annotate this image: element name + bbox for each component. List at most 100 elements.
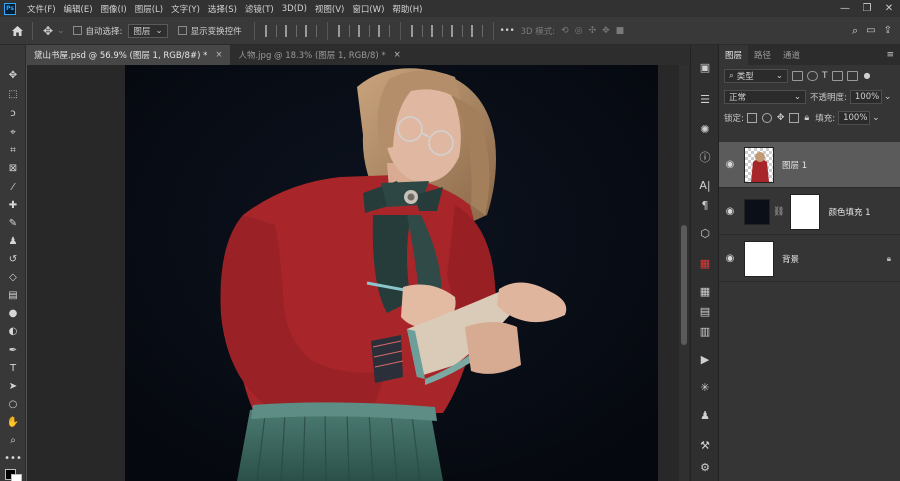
share-icon[interactable]: ⇪ [884, 25, 892, 36]
filter-toggle-icon[interactable]: ● [864, 71, 871, 80]
patterns-panel-icon[interactable]: ▥ [697, 323, 713, 339]
lock-icon[interactable]: 🔒︎ [804, 113, 809, 123]
lock-pixels-icon[interactable] [761, 112, 772, 123]
layer-row[interactable]: ◉ 图层 1 [719, 142, 900, 188]
more-options-button[interactable]: ••• [500, 26, 515, 36]
menu-3d[interactable]: 3D(D) [278, 4, 311, 14]
tab-channels[interactable]: 通道 [777, 45, 806, 65]
menu-type[interactable]: 文字(Y) [167, 3, 204, 15]
character-panel-icon[interactable]: A| [697, 177, 713, 193]
eye-icon[interactable]: ◉ [719, 159, 741, 170]
menu-help[interactable]: 帮助(H) [388, 3, 426, 15]
eraser-tool-icon[interactable]: ◇ [4, 269, 22, 285]
transform-controls-checkbox[interactable] [177, 26, 187, 35]
lasso-tool-icon[interactable]: ↄ [4, 105, 22, 121]
tab-layers[interactable]: 图层 [719, 45, 749, 65]
3d-panel-icon[interactable]: ⬡ [697, 225, 713, 241]
eyedropper-tool-icon[interactable]: ⁄ [4, 179, 22, 195]
layer-row[interactable]: ◉ 背景 🔒︎ [719, 236, 900, 282]
menu-window[interactable]: 窗口(W) [348, 3, 388, 15]
pen-tool-icon[interactable]: ✒ [4, 342, 22, 358]
lock-transparent-icon[interactable] [746, 112, 757, 123]
zoom-tool-icon[interactable]: ⌕ [4, 432, 22, 448]
menu-image[interactable]: 图像(I) [97, 3, 131, 15]
brush-tool-icon[interactable]: ✎ [4, 215, 22, 231]
document-canvas[interactable] [125, 65, 658, 481]
properties-panel-icon[interactable]: ⚙ [697, 459, 713, 475]
swatches-panel-icon[interactable]: ▦ [697, 283, 713, 299]
info-panel-icon[interactable]: ⓘ [697, 149, 713, 165]
tab-paths[interactable]: 路径 [748, 45, 777, 65]
history-brush-icon[interactable]: ↺ [4, 251, 22, 267]
vertical-scrollbar[interactable] [679, 65, 689, 481]
eye-icon[interactable]: ◉ [719, 253, 741, 264]
menu-layer[interactable]: 图层(L) [131, 3, 167, 15]
eye-icon[interactable]: ◉ [719, 206, 741, 217]
tab-document-2[interactable]: 人物.jpg @ 18.3% (图层 1, RGB/8) * × [230, 45, 408, 65]
hand-tool-icon[interactable]: ✋ [4, 414, 22, 430]
tab-document-1[interactable]: 黛山书屋.psd @ 56.9% (图层 1, RGB/8#) * × [26, 45, 231, 65]
restore-button[interactable]: ❐ [856, 3, 878, 14]
path-selection-icon[interactable]: ➤ [4, 378, 22, 394]
menu-view[interactable]: 视图(V) [311, 3, 348, 15]
menu-select[interactable]: 选择(S) [204, 3, 241, 15]
lock-artboard-icon[interactable] [789, 112, 800, 123]
clone-source-icon[interactable]: ♟ [697, 407, 713, 423]
type-tool-icon[interactable]: T [4, 360, 22, 376]
close-window-button[interactable]: ✕ [878, 3, 900, 14]
tool-presets-icon[interactable]: ⚒ [697, 437, 713, 453]
canvas-area[interactable] [27, 65, 690, 481]
chevron-down-icon[interactable]: ⌄ [57, 26, 65, 36]
history-panel-icon[interactable]: ▣ [697, 59, 713, 75]
frame-tool-icon[interactable]: ⊠ [4, 160, 22, 176]
more-tools-icon[interactable]: ••• [4, 450, 22, 466]
filter-pixel-icon[interactable] [792, 70, 803, 81]
actions-panel-icon[interactable]: ✺ [697, 121, 713, 137]
filter-kind-select[interactable]: ⌕ 类型 ⌄ [724, 68, 788, 83]
healing-brush-icon[interactable]: ✚ [4, 197, 22, 213]
close-tab-icon[interactable]: × [394, 50, 401, 60]
filter-type-icon[interactable]: T [822, 71, 828, 81]
minimize-button[interactable]: — [834, 3, 856, 14]
lock-position-icon[interactable]: ✥ [777, 113, 785, 123]
move-tool-icon[interactable]: ✥ [4, 67, 22, 83]
filter-adjustment-icon[interactable] [807, 70, 818, 81]
auto-select-dropdown[interactable]: 图层 ⌄ [128, 23, 168, 38]
move-tool-icon[interactable]: ✥ [39, 22, 57, 40]
align-top-icon[interactable] [337, 24, 350, 37]
home-icon[interactable] [8, 22, 26, 40]
align-middle-icon[interactable] [357, 24, 370, 37]
marquee-tool-icon[interactable]: ⬚ [4, 86, 22, 102]
blend-mode-select[interactable]: 正常 ⌄ [724, 89, 806, 104]
scrollbar-thumb[interactable] [681, 225, 687, 345]
shape-tool-icon[interactable]: ○ [4, 396, 22, 412]
menu-edit[interactable]: 编辑(E) [60, 3, 97, 15]
gradient-tool-icon[interactable]: ▤ [4, 287, 22, 303]
play-icon[interactable]: ▶ [697, 351, 713, 367]
close-tab-icon[interactable]: × [215, 50, 222, 60]
distribute-icon[interactable] [430, 24, 443, 37]
menu-file[interactable]: 文件(F) [23, 3, 60, 15]
auto-select-checkbox[interactable] [72, 26, 82, 35]
chevron-down-icon[interactable]: ⌄ [884, 92, 892, 102]
opacity-field[interactable]: 100% [849, 89, 882, 104]
clone-stamp-icon[interactable]: ♟ [4, 233, 22, 249]
gradients-panel-icon[interactable]: ▤ [697, 303, 713, 319]
panel-menu-icon[interactable]: ≡ [886, 50, 900, 60]
fill-field[interactable]: 100% [838, 110, 871, 125]
align-bottom-icon[interactable] [377, 24, 390, 37]
background-color-swatch[interactable] [11, 474, 22, 481]
search-icon[interactable]: ⌕ [852, 24, 858, 38]
adjustments-panel-icon[interactable]: ☰ [697, 91, 713, 107]
crop-tool-icon[interactable]: ⌗ [4, 142, 22, 158]
quick-select-tool-icon[interactable]: ⌖ [4, 124, 22, 140]
menu-filter[interactable]: 滤镜(T) [241, 3, 278, 15]
distribute-icon[interactable] [450, 24, 463, 37]
filter-shape-icon[interactable] [831, 70, 843, 81]
layer-row[interactable]: ◉ ⛓ 颜色填充 1 [719, 189, 900, 235]
dodge-tool-icon[interactable]: ◐ [4, 323, 22, 339]
libraries-panel-icon[interactable]: ▦ [697, 255, 713, 271]
chevron-down-icon[interactable]: ⌄ [872, 113, 880, 123]
distribute-icon[interactable] [470, 24, 483, 37]
align-right-icon[interactable] [304, 24, 317, 37]
